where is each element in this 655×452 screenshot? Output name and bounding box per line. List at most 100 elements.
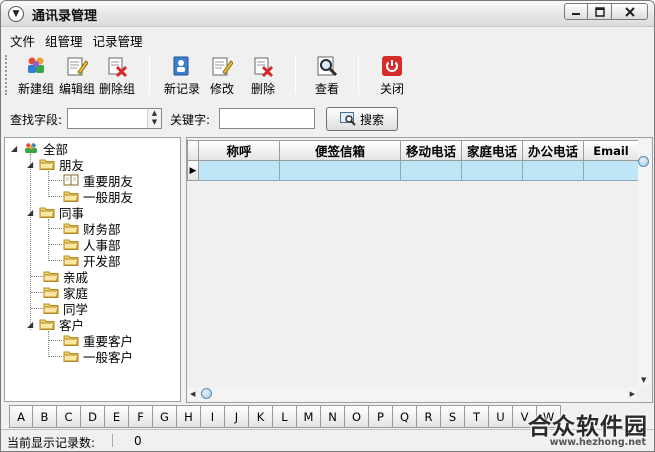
table-row[interactable]: ▶: [187, 161, 639, 181]
alphabet-button[interactable]: R: [417, 405, 441, 428]
keyword-input[interactable]: [219, 108, 315, 129]
collapse-arrow-icon[interactable]: ◢: [27, 320, 36, 329]
menu-record-management[interactable]: 记录管理: [88, 28, 148, 50]
open-folder-icon: [39, 319, 55, 330]
minimize-button[interactable]: [564, 3, 588, 20]
record-count-value: 0: [134, 434, 142, 448]
alphabet-button[interactable]: D: [81, 405, 105, 428]
alphabet-button[interactable]: H: [177, 405, 201, 428]
keyword-label: 关键字:: [170, 113, 211, 127]
alphabet-button[interactable]: I: [201, 405, 225, 428]
search-field-select[interactable]: ▲ ▼: [67, 108, 162, 129]
alphabet-button[interactable]: J: [225, 405, 249, 428]
close-app-button[interactable]: 关闭: [380, 54, 404, 98]
new-record-label: 新记录: [164, 82, 201, 96]
delete-group-label: 删除组: [99, 82, 136, 96]
power-icon: [382, 56, 402, 76]
maximize-button[interactable]: [588, 3, 612, 20]
new-group-button[interactable]: 新建组: [18, 54, 54, 98]
chevron-down-icon[interactable]: ▼: [8, 6, 24, 22]
edit-group-label: 编辑组: [59, 82, 96, 96]
contacts-group-icon: [25, 143, 37, 154]
alphabet-button[interactable]: Q: [393, 405, 417, 428]
folder-icon: [63, 255, 79, 266]
edit-group-button[interactable]: 编辑组: [59, 54, 95, 98]
toolbar-grip[interactable]: [5, 55, 8, 95]
collapse-arrow-icon[interactable]: ◢: [11, 144, 20, 153]
delete-group-button[interactable]: 删除组: [99, 54, 135, 98]
minimize-icon: [572, 12, 580, 15]
vertical-scrollbar[interactable]: ▼: [638, 140, 651, 386]
open-folder-icon: [39, 159, 55, 170]
menu-file[interactable]: 文件: [5, 28, 40, 50]
watermark-brand: 合众软件园: [528, 414, 648, 440]
grid-cell[interactable]: [584, 161, 639, 181]
column-header[interactable]: 称呼: [199, 140, 280, 161]
row-pointer-icon: ▶: [187, 161, 199, 181]
alphabet-button[interactable]: S: [441, 405, 465, 428]
new-group-label: 新建组: [18, 82, 55, 96]
alphabet-button[interactable]: O: [345, 405, 369, 428]
view-button[interactable]: 查看: [315, 54, 339, 98]
scroll-left-icon[interactable]: ◀: [190, 390, 195, 398]
folder-icon: [43, 303, 59, 314]
title-bar[interactable]: ▼ 通讯录管理: [1, 1, 654, 27]
alphabet-button[interactable]: K: [249, 405, 273, 428]
edit-record-button[interactable]: 修改: [210, 54, 234, 98]
alphabet-button[interactable]: N: [321, 405, 345, 428]
horizontal-scrollbar[interactable]: ◀ ▶: [188, 388, 637, 401]
book-icon: [63, 174, 79, 186]
collapse-arrow-icon[interactable]: ◢: [27, 208, 36, 217]
alphabet-button[interactable]: A: [9, 405, 33, 428]
tree-node-clients[interactable]: ◢ 客户: [27, 316, 85, 333]
tree-label: 客户: [59, 317, 85, 333]
alphabet-button[interactable]: L: [273, 405, 297, 428]
tree-node-normal-clients[interactable]: 一般客户: [63, 348, 133, 365]
delete-record-icon: [254, 57, 274, 77]
delete-record-button[interactable]: 删除: [251, 54, 275, 98]
alphabet-button[interactable]: B: [33, 405, 57, 428]
column-header[interactable]: Email: [584, 140, 639, 161]
tree-node-friends[interactable]: ◢ 朋友: [27, 156, 85, 173]
alphabet-button[interactable]: U: [489, 405, 513, 428]
alphabet-button[interactable]: C: [57, 405, 81, 428]
grid-cell[interactable]: [401, 161, 462, 181]
folder-icon: [43, 271, 59, 282]
window-title: 通讯录管理: [32, 9, 98, 24]
alphabet-button[interactable]: P: [369, 405, 393, 428]
column-header[interactable]: 办公电话: [523, 140, 584, 161]
edit-group-icon: [67, 57, 88, 76]
site-watermark: 合众软件园 www.hezhong.net: [513, 405, 654, 451]
alphabet-button[interactable]: M: [297, 405, 321, 428]
grid-cell[interactable]: [523, 161, 584, 181]
new-record-icon: [173, 56, 189, 76]
scroll-down-icon[interactable]: ▼: [641, 376, 646, 384]
tree-node-colleagues[interactable]: ◢ 同事: [27, 204, 84, 221]
grid-cell[interactable]: [199, 161, 280, 181]
grid-cell[interactable]: [462, 161, 523, 181]
scroll-thumb[interactable]: [201, 388, 212, 399]
folder-icon: [63, 191, 79, 202]
grid-cell[interactable]: [280, 161, 401, 181]
search-button[interactable]: 搜索: [326, 107, 398, 131]
column-header[interactable]: 移动电话: [401, 140, 462, 161]
alphabet-button[interactable]: F: [129, 405, 153, 428]
delete-record-label: 删除: [251, 82, 276, 96]
collapse-arrow-icon[interactable]: ◢: [27, 160, 36, 169]
alphabet-button[interactable]: E: [105, 405, 129, 428]
delete-group-icon: [108, 57, 128, 77]
menu-group-management[interactable]: 组管理: [40, 28, 88, 50]
spin-arrows-icon[interactable]: ▲ ▼: [147, 109, 161, 128]
alphabet-button[interactable]: G: [153, 405, 177, 428]
search-row: 查找字段: ▲ ▼ 关键字: 搜索: [1, 105, 654, 133]
new-record-button[interactable]: 新记录: [164, 54, 200, 98]
toolbar: 新建组 编辑组 删除组 新记录 修改 删除 查看 关闭: [1, 51, 654, 99]
scroll-thumb[interactable]: [638, 156, 649, 167]
alphabet-button[interactable]: T: [465, 405, 489, 428]
tree-label: 朋友: [59, 157, 85, 173]
alphabet-index: ABCDEFGHIJKLMNOPQRSTUVW: [9, 405, 561, 428]
column-header[interactable]: 便签信箱: [280, 140, 401, 161]
column-header[interactable]: 家庭电话: [462, 140, 523, 161]
scroll-right-icon[interactable]: ▶: [630, 390, 635, 398]
close-button[interactable]: [612, 3, 648, 20]
